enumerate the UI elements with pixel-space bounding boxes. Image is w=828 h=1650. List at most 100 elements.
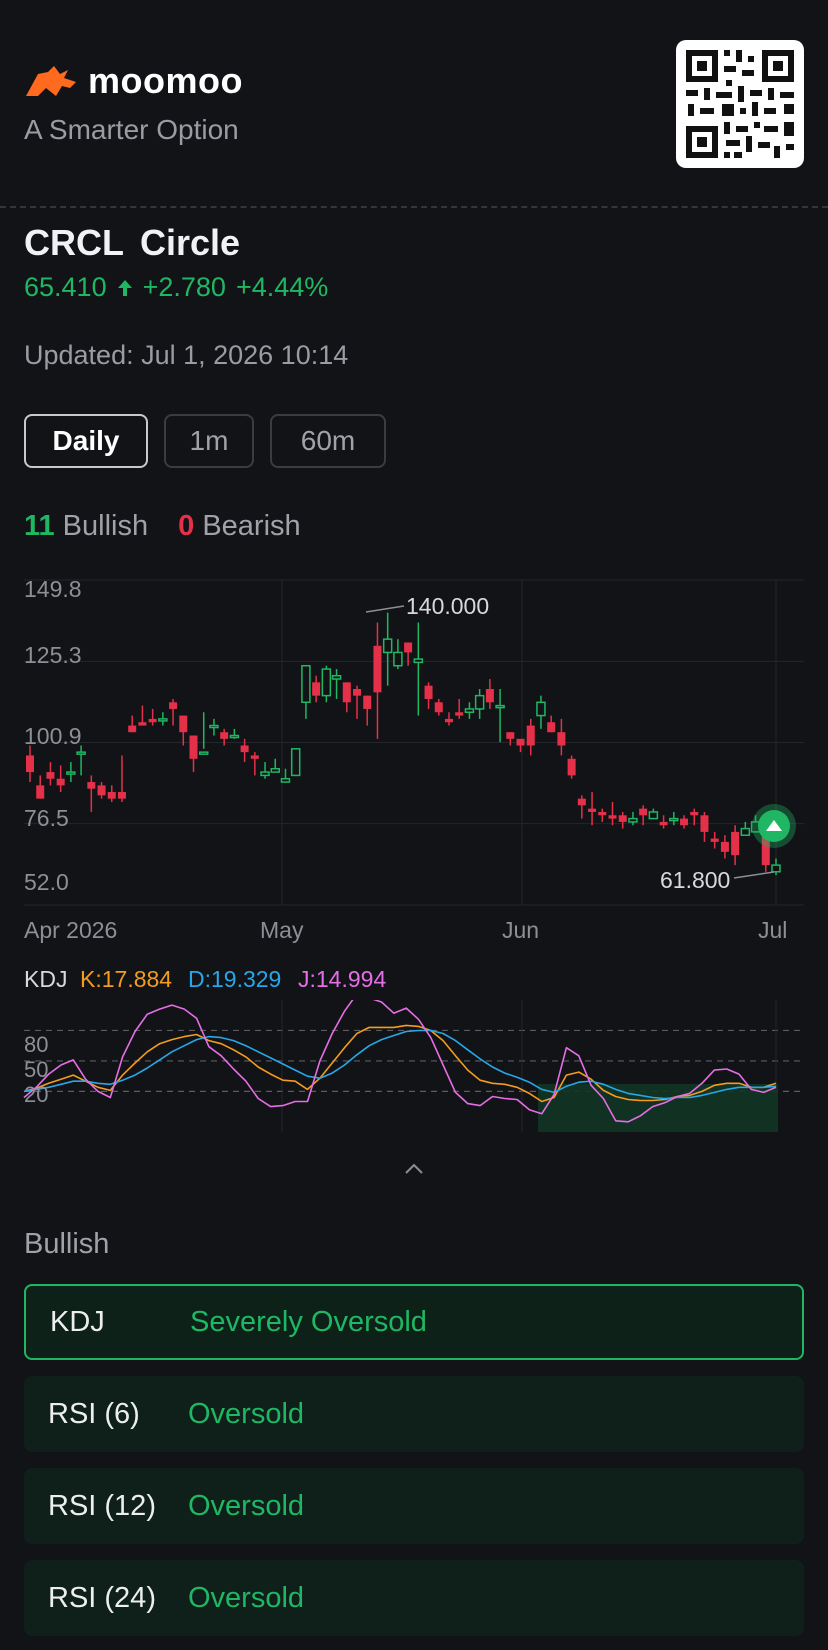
candle-body bbox=[495, 704, 505, 709]
price-chart[interactable]: 149.8 125.3 100.9 76.5 52.0 Apr 2026 May… bbox=[0, 570, 828, 950]
candle-body bbox=[598, 811, 607, 816]
candle-body bbox=[455, 712, 464, 716]
candle-body bbox=[526, 725, 535, 746]
candle-body bbox=[148, 718, 157, 723]
signal-card-rsi-6[interactable]: RSI (6) Oversold bbox=[24, 1376, 804, 1452]
candle-body bbox=[382, 638, 393, 654]
tab-label: 60m bbox=[300, 425, 356, 456]
candle-body bbox=[26, 755, 34, 773]
candle-body bbox=[434, 702, 443, 713]
candle-body bbox=[198, 751, 209, 755]
signal-value: Oversold bbox=[188, 1489, 305, 1522]
candle-body bbox=[76, 751, 86, 755]
candle-body bbox=[66, 771, 76, 775]
candle-body bbox=[312, 682, 321, 696]
signal-marker[interactable] bbox=[752, 804, 796, 848]
candle-body bbox=[321, 668, 332, 697]
high-annotation-leader bbox=[365, 605, 405, 613]
signal-card-kdj[interactable]: KDJ Severely Oversold bbox=[24, 1284, 804, 1360]
candle-body bbox=[740, 827, 751, 836]
candle-body bbox=[128, 725, 137, 733]
candle-body bbox=[659, 821, 668, 826]
candle-body bbox=[331, 674, 342, 680]
kdj-k-value: K:17.884 bbox=[80, 966, 172, 992]
signal-value: Severely Oversold bbox=[190, 1305, 427, 1338]
stock-name: Circle bbox=[139, 222, 241, 263]
candle-body bbox=[639, 808, 648, 816]
kdj-d-value: D:19.329 bbox=[188, 966, 281, 992]
candle-body bbox=[506, 732, 515, 739]
kdj-chart[interactable]: 80 50 20 bbox=[0, 1000, 828, 1134]
signal-name: RSI (12) bbox=[48, 1489, 156, 1522]
candle-body bbox=[731, 831, 740, 856]
stock-change: +2.780 bbox=[142, 272, 226, 302]
candle-body bbox=[260, 771, 270, 777]
candle-body bbox=[710, 838, 719, 842]
y-tick-label: 76.5 bbox=[24, 805, 69, 831]
bullish-label: Bullish bbox=[62, 510, 149, 542]
candle-body bbox=[588, 808, 597, 812]
signal-value: Oversold bbox=[188, 1581, 305, 1614]
candle-body bbox=[250, 755, 259, 759]
candle-body bbox=[107, 792, 116, 799]
candle-body bbox=[567, 758, 576, 776]
candle-body bbox=[516, 738, 525, 746]
kdj-title: KDJ bbox=[24, 966, 67, 992]
candle-body bbox=[117, 792, 126, 799]
candle-body bbox=[179, 715, 188, 733]
candle-body bbox=[240, 745, 249, 753]
candle-body bbox=[700, 815, 709, 832]
candle-body bbox=[536, 701, 546, 717]
candle-body bbox=[353, 688, 362, 696]
oversold-zone bbox=[538, 1084, 778, 1132]
low-annotation: 61.800 bbox=[660, 867, 730, 893]
candle-body bbox=[393, 651, 403, 667]
updated-timestamp: Updated: Jul 1, 2026 10:14 bbox=[24, 340, 349, 370]
signal-value: Oversold bbox=[188, 1397, 305, 1430]
y-tick-label: 52.0 bbox=[24, 869, 69, 895]
signal-name: RSI (6) bbox=[48, 1397, 140, 1430]
signal-card-rsi-12[interactable]: RSI (12) Oversold bbox=[24, 1468, 804, 1544]
candle-body bbox=[720, 841, 729, 852]
qr-code[interactable] bbox=[676, 40, 804, 168]
tab-60m[interactable]: 60m bbox=[270, 414, 386, 468]
x-tick-label: Apr 2026 bbox=[24, 917, 117, 943]
chevron-up-icon[interactable] bbox=[404, 1162, 424, 1176]
candle-body bbox=[36, 785, 45, 799]
candle-body bbox=[229, 734, 240, 739]
candle-body bbox=[138, 722, 147, 726]
candle-body bbox=[56, 778, 65, 786]
candle-body bbox=[608, 815, 617, 819]
brand-name: moomoo bbox=[88, 60, 243, 101]
candle-body bbox=[342, 682, 351, 703]
y-tick-label: 125.3 bbox=[24, 642, 82, 668]
signal-card-rsi-24[interactable]: RSI (24) Oversold bbox=[24, 1560, 804, 1636]
kdj-legend: KDJ K:17.884 D:19.329 J:14.994 bbox=[24, 966, 386, 992]
candle-body bbox=[169, 702, 178, 709]
stock-price: 65.410 bbox=[24, 272, 107, 302]
tab-label: 1m bbox=[189, 425, 229, 456]
candle-body bbox=[628, 817, 638, 823]
candle-body bbox=[474, 694, 485, 710]
candle-body bbox=[158, 718, 168, 722]
signal-name: KDJ bbox=[50, 1305, 105, 1338]
candle-body bbox=[557, 732, 566, 746]
bull-logo-icon bbox=[26, 66, 76, 96]
candle-body bbox=[485, 688, 494, 703]
bullish-section-label: Bullish bbox=[24, 1228, 110, 1260]
x-tick-label: May bbox=[260, 917, 304, 943]
kdj-y-tick: 20 bbox=[24, 1082, 48, 1107]
candle-body bbox=[280, 777, 291, 783]
candle-body bbox=[363, 695, 372, 709]
candle-body bbox=[444, 718, 453, 723]
candle-body bbox=[46, 772, 55, 779]
bullish-count: 11 bbox=[24, 510, 55, 542]
header-divider bbox=[0, 206, 828, 208]
stock-change-pct: +4.44% bbox=[235, 272, 329, 302]
tab-1m[interactable]: 1m bbox=[164, 414, 254, 468]
brand-logo: moomoo bbox=[24, 60, 243, 102]
high-annotation: 140.000 bbox=[406, 593, 489, 619]
candle-body bbox=[97, 785, 106, 796]
signal-name: RSI (24) bbox=[48, 1581, 156, 1614]
tab-daily[interactable]: Daily bbox=[24, 414, 148, 468]
